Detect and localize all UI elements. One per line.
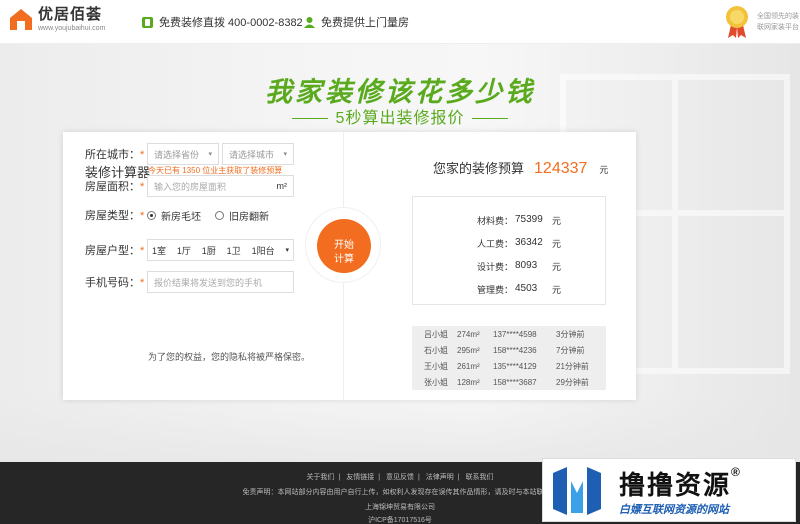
layout-bath[interactable]: 1卫 [227, 244, 241, 257]
footer-link-contact[interactable]: 联系我们 [466, 474, 494, 481]
phone-input[interactable]: 报价结果将发送到您的手机 [147, 271, 294, 293]
site-header: 优居佰荟 www.youjubaihui.com 免费装修直拨 400-0002… [0, 0, 800, 44]
free-measure: 免费提供上门量房 [303, 14, 409, 30]
list-item: 吕小姐 274m² 137****4598 3分钟前 [424, 329, 585, 339]
hero-section: 我家装修该花多少钱 5秒算出装修报价 装修计算器 今天已有 1350 位业主获取… [0, 44, 800, 462]
list-item: 石小姐 295m² 158****4236 7分钟前 [424, 345, 585, 355]
hotline-text: 免费装修直拨 400-0002-8382 [159, 17, 303, 29]
radio-new-house[interactable]: 新房毛坯 [147, 208, 201, 223]
watermark-logo-icon [553, 467, 601, 515]
watermark-badge: 撸撸资源® 白嫖互联网资源的网站 [542, 458, 796, 522]
logo-name: 优居佰荟 [38, 5, 103, 23]
logo-url: www.youjubaihui.com [38, 24, 106, 32]
footer-link-friends[interactable]: 友情链接 [346, 474, 374, 481]
person-icon [304, 16, 315, 28]
hero-subtitle: 5秒算出装修报价 [0, 104, 800, 128]
privacy-note: 为了您的权益，您的隐私将被严格保密。 [148, 352, 311, 362]
city-select[interactable]: 请选择城市 ▾ [222, 143, 294, 165]
footer-link-about[interactable]: 关于我们 [306, 474, 334, 481]
radio-old-house[interactable]: 旧房翻新 [215, 208, 269, 223]
city-row: 所在城市：* 请选择省份 ▾ 请选择城市 ▾ [85, 143, 294, 165]
area-row: 房屋面积：* 输入您的房屋面积 m² [85, 175, 294, 197]
recent-quotes-list: 吕小姐 274m² 137****4598 3分钟前 石小姐 295m² 158****4… [412, 326, 606, 390]
calc-button-ring: 开始 计算 [305, 207, 381, 283]
layout-row: 房屋户型：* 1室 1厅 1厨 1卫 1阳台 ▾ [85, 239, 294, 261]
layout-balcony[interactable]: 1阳台 [252, 244, 275, 257]
watermark-title: 撸撸资源® [619, 465, 742, 500]
chevron-down-icon: ▾ [285, 247, 289, 254]
start-calculate-button[interactable]: 开始 计算 [317, 219, 371, 273]
budget-title: 您家的装修预算 124337 元 [433, 160, 609, 177]
list-item: 王小姐 261m² 135****4129 21分钟前 [424, 361, 589, 371]
province-select[interactable]: 请选择省份 ▾ [147, 143, 219, 165]
award-text: 全国领先的装 联网家装平台 [757, 13, 799, 31]
type-row: 房屋类型：* 新房毛坯 旧房翻新 [85, 207, 283, 223]
layout-selector[interactable]: 1室 1厅 1厨 1卫 1阳台 ▾ [147, 239, 294, 261]
floor-backdrop [0, 392, 800, 462]
layout-kitchen[interactable]: 1厨 [202, 244, 216, 257]
layout-room[interactable]: 1室 [152, 244, 166, 257]
layout-hall[interactable]: 1厅 [177, 244, 191, 257]
phone-row: 手机号码：* 报价结果将发送到您的手机 [85, 271, 294, 293]
budget-total: 124337 [534, 160, 588, 177]
chevron-down-icon: ▾ [283, 151, 287, 158]
phone-icon [142, 16, 153, 28]
list-item: 张小姐 128m² 158****3687 29分钟前 [424, 377, 589, 387]
award-medal-icon [726, 6, 748, 38]
chevron-down-icon: ▾ [208, 151, 212, 158]
hotline: 免费装修直拨 400-0002-8382 [141, 14, 303, 30]
calculator-card: 装修计算器 今天已有 1350 位业主获取了装修预算 所在城市：* 请选择省份 ▾… [63, 132, 636, 400]
cost-breakdown: 材料费： 75399 元 人工费： 36342 元 设计费： 8093 元 管理… [412, 196, 606, 305]
area-input[interactable]: 输入您的房屋面积 m² [147, 175, 294, 197]
house-logo-icon [10, 9, 32, 30]
site-logo[interactable]: 优居佰荟 www.youjubaihui.com [8, 6, 105, 32]
footer-link-feedback[interactable]: 意见反馈 [386, 474, 414, 481]
watermark-subtitle: 白嫖互联网资源的网站 [619, 504, 729, 516]
footer-link-legal[interactable]: 法律声明 [426, 474, 454, 481]
free-measure-text: 免费提供上门量房 [321, 17, 409, 29]
